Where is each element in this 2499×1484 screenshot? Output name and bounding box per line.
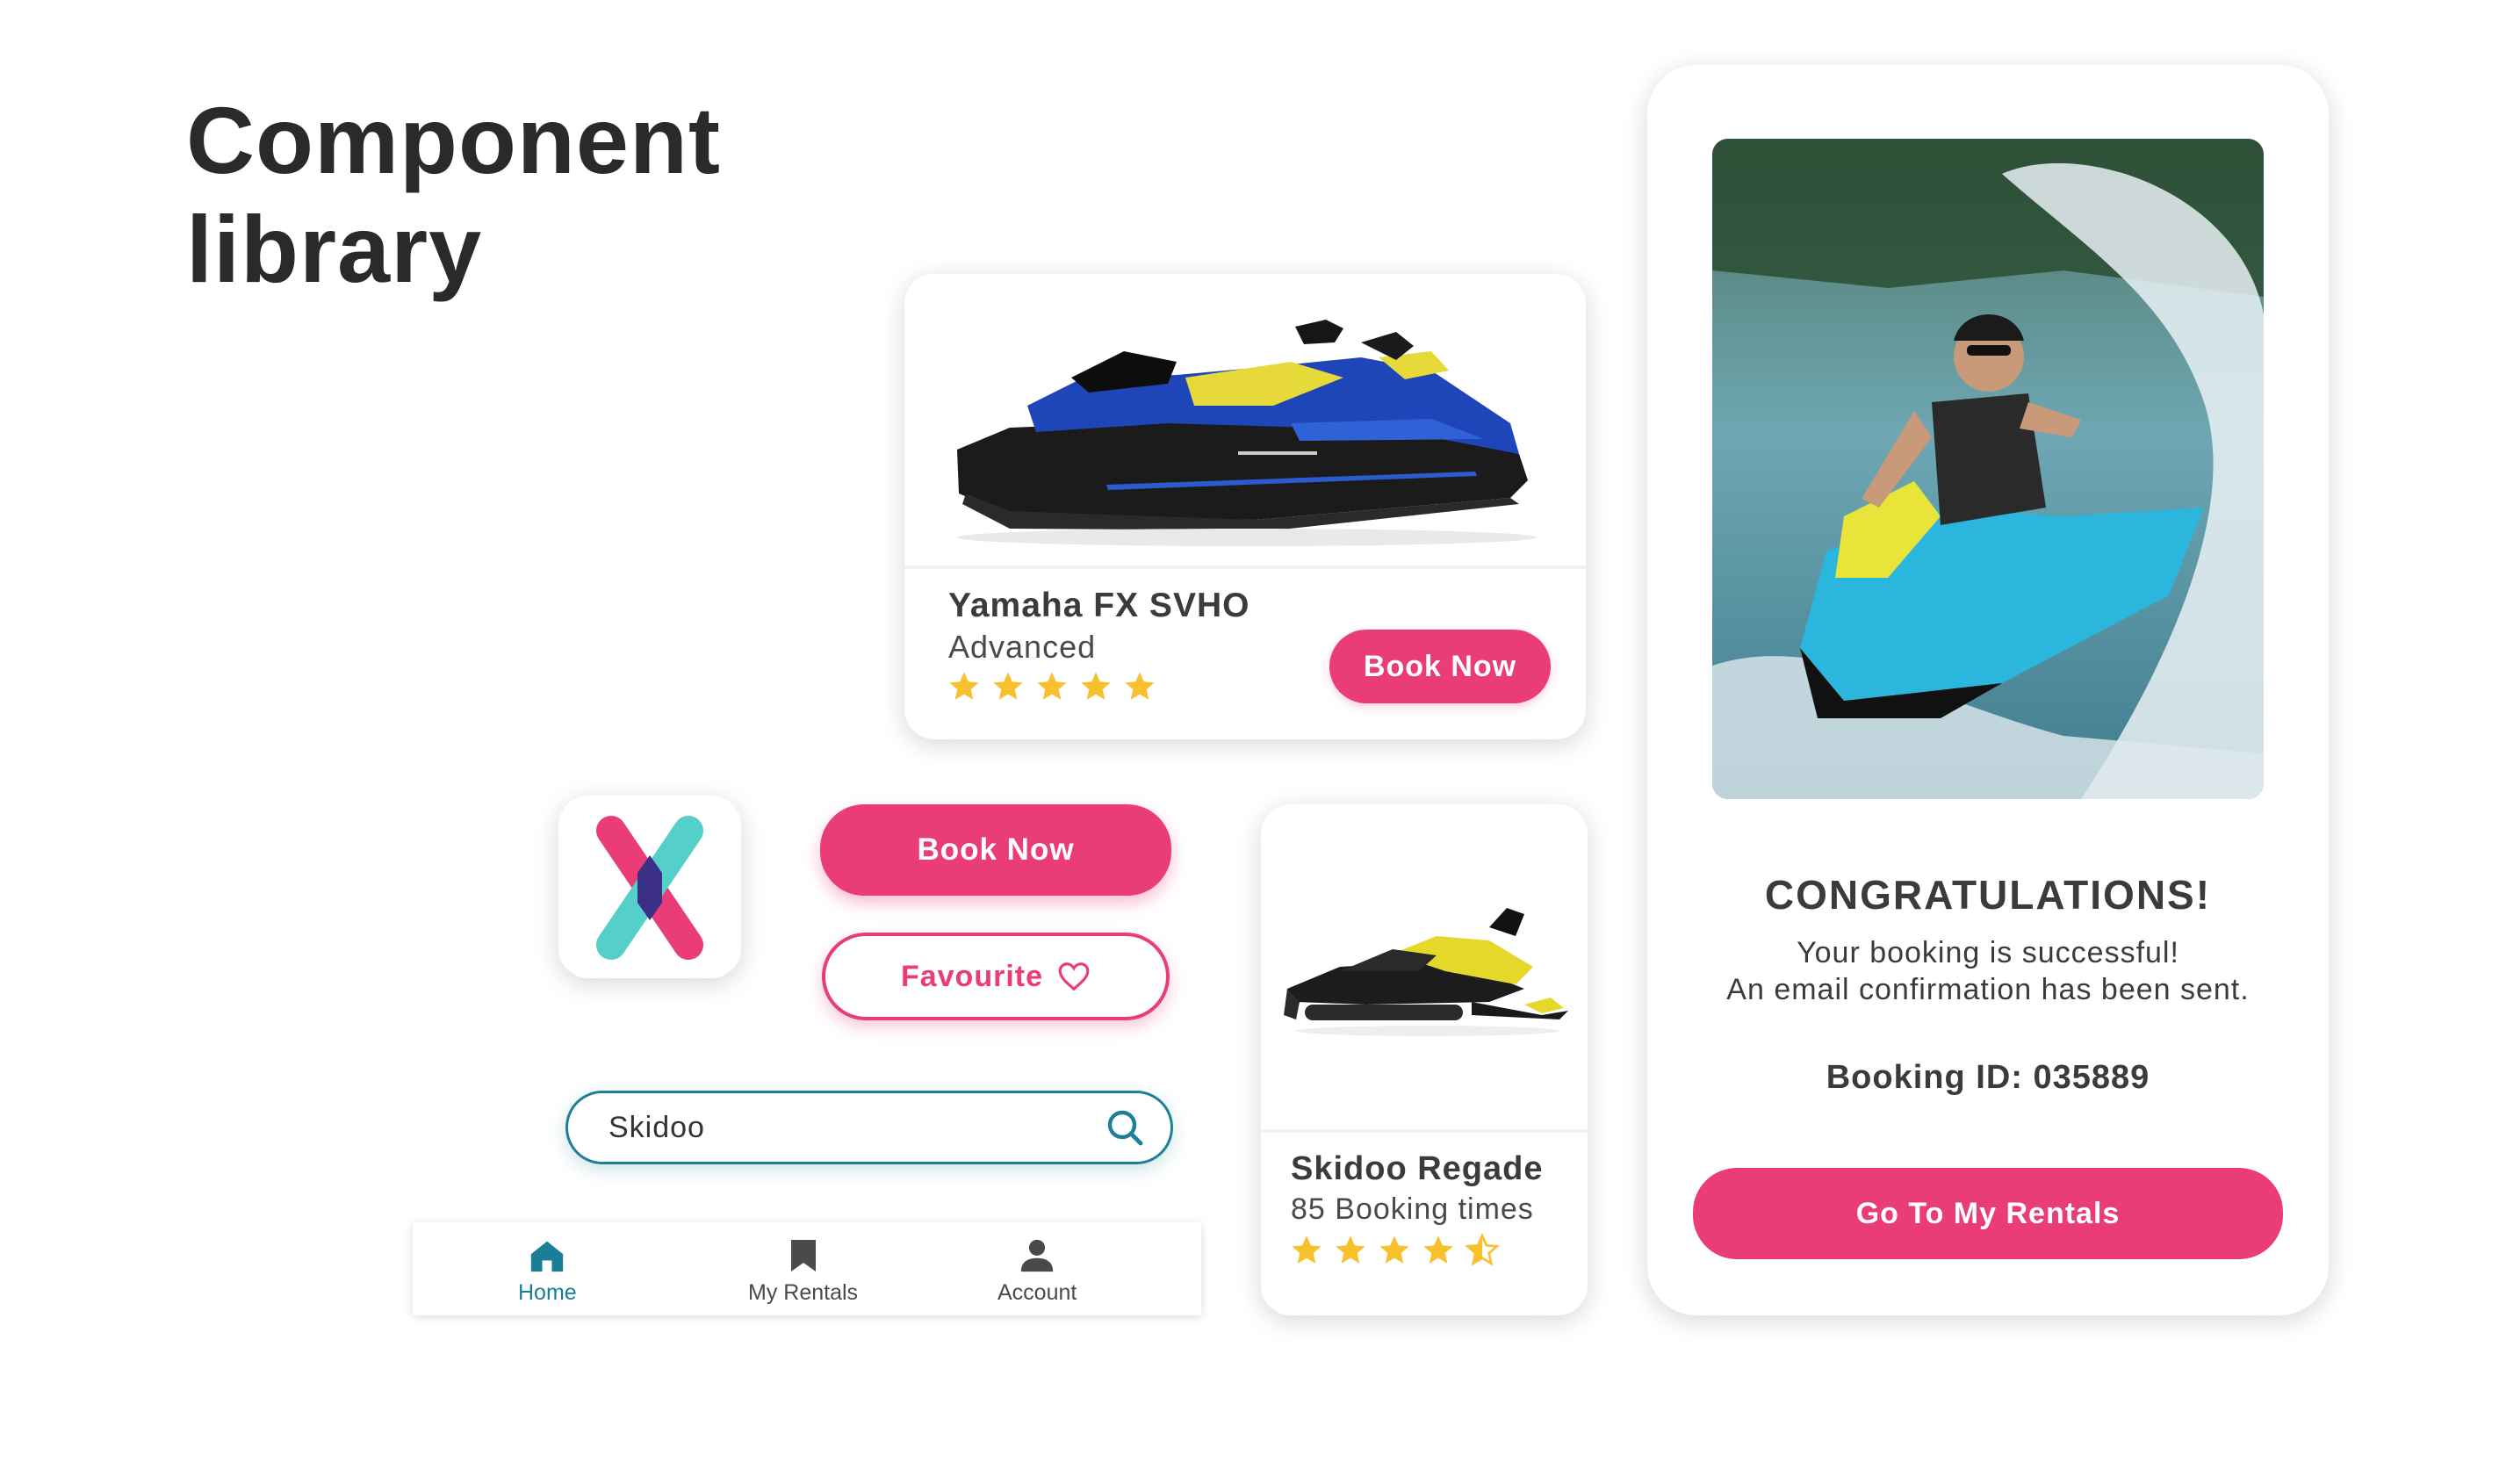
star-icon — [1379, 1235, 1409, 1264]
bookmark-icon — [790, 1240, 816, 1271]
heart-icon — [1058, 962, 1090, 991]
product-name: Yamaha FX SVHO — [948, 587, 1250, 624]
star-icon — [1125, 672, 1155, 700]
star-icon — [993, 672, 1023, 700]
favourite-button[interactable]: Favourite — [822, 933, 1170, 1020]
product-name: Skidoo Regade — [1291, 1150, 1544, 1187]
booking-confirmation-card: CONGRATULATIONS! Your booking is success… — [1647, 65, 2329, 1315]
product-card-jetski[interactable]: Yamaha FX SVHO Advanced Book Now — [904, 274, 1586, 739]
confirmation-message-line1: Your booking is successful! — [1797, 936, 2179, 969]
x-logo-icon — [596, 816, 703, 960]
star-icon — [1336, 1235, 1365, 1264]
nav-item-home[interactable]: Home — [518, 1238, 577, 1306]
person-icon — [1020, 1239, 1054, 1272]
rating-stars — [947, 669, 1157, 704]
star-icon — [1081, 672, 1111, 700]
home-icon — [531, 1241, 564, 1272]
favourite-label: Favourite — [900, 959, 1044, 993]
half-star-icon — [1465, 1233, 1500, 1266]
rating-stars — [1289, 1233, 1500, 1268]
product-level: Advanced — [948, 629, 1097, 665]
booking-count: 85 Booking times — [1291, 1192, 1534, 1226]
nav-label-account: Account — [997, 1280, 1077, 1305]
book-now-button[interactable]: Book Now — [1329, 630, 1551, 703]
star-icon — [1423, 1235, 1453, 1264]
star-icon — [1292, 1235, 1322, 1264]
book-now-button-large[interactable]: Book Now — [820, 804, 1171, 896]
confirmation-title: CONGRATULATIONS! — [1764, 872, 2212, 918]
page-title-line1: Component — [186, 87, 721, 193]
jetski-rider-photo — [1712, 139, 2264, 799]
bottom-navigation: Home My Rentals Account — [413, 1222, 1201, 1315]
nav-label-home: Home — [518, 1280, 577, 1305]
app-logo — [558, 796, 741, 978]
nav-item-account[interactable]: Account — [997, 1238, 1077, 1306]
star-icon — [1037, 672, 1067, 700]
nav-label-my-rentals: My Rentals — [748, 1280, 859, 1305]
nav-item-my-rentals[interactable]: My Rentals — [748, 1238, 858, 1306]
star-icon — [949, 672, 979, 700]
confirmation-message-line2: An email confirmation has been sent. — [1726, 973, 2250, 1006]
page-title-line2: library — [186, 196, 483, 302]
snowmobile-image — [1261, 804, 1588, 1129]
booking-id: Booking ID: 035889 — [1826, 1059, 2150, 1096]
jetski-image — [904, 274, 1586, 566]
product-card-skidoo[interactable]: Skidoo Regade 85 Booking times — [1261, 804, 1588, 1315]
page-title: Component library — [186, 86, 801, 304]
search-input[interactable] — [607, 1109, 1104, 1146]
search-bar[interactable] — [565, 1091, 1173, 1164]
search-icon[interactable] — [1104, 1106, 1146, 1149]
go-to-my-rentals-button[interactable]: Go To My Rentals — [1693, 1168, 2283, 1259]
